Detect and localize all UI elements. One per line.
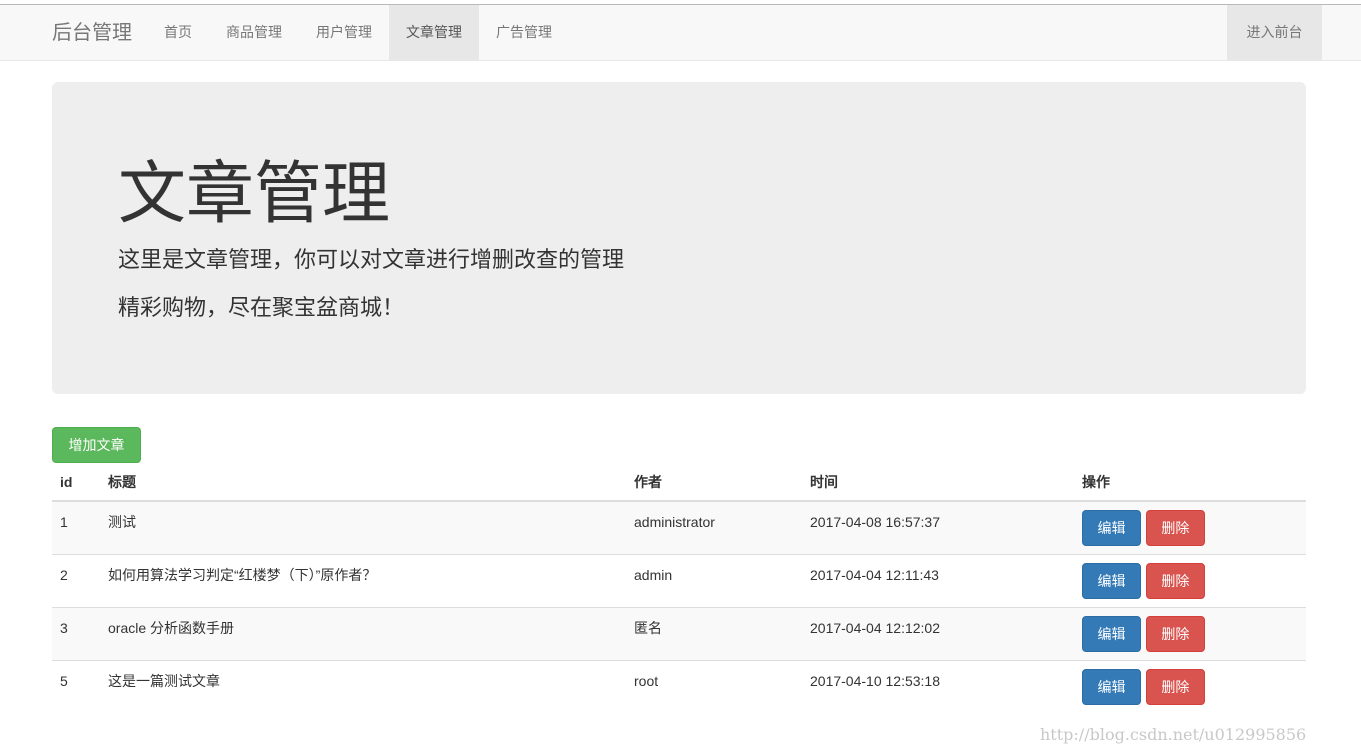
cell-id: 1 xyxy=(60,514,68,530)
cell-title: 测试 xyxy=(108,514,136,530)
cell-title: 如何用算法学习判定“红楼梦（下）”原作者？ xyxy=(100,553,626,607)
delete-button[interactable]: 删除 xyxy=(1145,668,1205,705)
edit-button[interactable]: 编辑 xyxy=(1082,668,1141,705)
column-header-author: 作者 xyxy=(626,463,802,502)
table-row: 3 oracle 分析函数手册 匿名 2017-04-04 12:12:02 编… xyxy=(52,606,1306,660)
cell-title: oracle 分析函数手册 xyxy=(100,606,626,660)
jumbotron: 文章管理 这里是文章管理，你可以对文章进行增删改查的管理 精彩购物，尽在聚宝盆商… xyxy=(52,82,1306,394)
articles-table: id 标题 作者 时间 操作 1 测试 administrator 2017-0… xyxy=(52,463,1306,713)
cell-author: 匿名 xyxy=(626,606,802,660)
column-header-id: id xyxy=(52,463,100,502)
column-header-title: 标题 xyxy=(100,463,626,502)
navbar-brand[interactable]: 后台管理 xyxy=(52,5,132,61)
top-navbar: 后台管理 首页 商品管理 用户管理 文章管理 广告管理 进入前台 xyxy=(0,5,1361,61)
column-header-time: 时间 xyxy=(802,463,1074,502)
page-title: 文章管理 xyxy=(118,156,391,232)
delete-button[interactable]: 删除 xyxy=(1145,615,1205,652)
cell-author: administrator xyxy=(634,514,715,530)
enter-frontend-link[interactable]: 进入前台 xyxy=(1227,5,1322,60)
page-description: 这里是文章管理，你可以对文章进行增删改查的管理 xyxy=(118,247,625,272)
delete-button[interactable]: 删除 xyxy=(1145,510,1205,546)
nav-item-products[interactable]: 商品管理 xyxy=(209,5,299,60)
delete-button[interactable]: 删除 xyxy=(1145,562,1205,599)
cell-id: 2 xyxy=(52,553,100,607)
cell-author: root xyxy=(626,659,802,713)
cell-id: 3 xyxy=(52,606,100,660)
cell-time: 2017-04-08 16:57:37 xyxy=(810,514,940,530)
nav-item-users[interactable]: 用户管理 xyxy=(299,5,389,60)
cell-time: 2017-04-04 12:11:43 xyxy=(802,553,1074,607)
nav-item-home[interactable]: 首页 xyxy=(147,5,209,60)
table-row: 5 这是一篇测试文章 root 2017-04-10 12:53:18 编辑 删… xyxy=(52,659,1306,713)
cell-time: 2017-04-10 12:53:18 xyxy=(802,659,1074,713)
cell-time: 2017-04-04 12:12:02 xyxy=(802,606,1074,660)
table-header-row: id 标题 作者 时间 操作 xyxy=(52,463,1306,502)
cell-actions: 编辑 删除 xyxy=(1074,606,1306,660)
table-row: 2 如何用算法学习判定“红楼梦（下）”原作者？ admin 2017-04-04… xyxy=(52,553,1306,607)
cell-actions: 编辑 删除 xyxy=(1074,553,1306,607)
column-header-actions: 操作 xyxy=(1074,463,1306,502)
nav-item-ads[interactable]: 广告管理 xyxy=(479,5,569,60)
cell-author: admin xyxy=(626,553,802,607)
navbar-right: 进入前台 xyxy=(1227,5,1322,60)
cell-actions: 编辑 删除 xyxy=(1074,501,1306,554)
edit-button[interactable]: 编辑 xyxy=(1082,615,1141,652)
cell-actions: 编辑 删除 xyxy=(1074,659,1306,713)
page-slogan: 精彩购物，尽在聚宝盆商城！ xyxy=(118,295,405,320)
edit-button[interactable]: 编辑 xyxy=(1082,510,1141,546)
nav-item-articles[interactable]: 文章管理 xyxy=(389,5,479,60)
edit-button[interactable]: 编辑 xyxy=(1082,562,1141,599)
cell-id: 5 xyxy=(52,659,100,713)
table-row: 1 测试 administrator 2017-04-08 16:57:37 编… xyxy=(52,501,1306,554)
cell-title: 这是一篇测试文章 xyxy=(100,659,626,713)
add-article-button[interactable]: 增加文章 xyxy=(52,427,141,463)
navbar-menu: 首页 商品管理 用户管理 文章管理 广告管理 xyxy=(147,5,569,60)
blog-watermark: http://blog.csdn.net/u012995856 xyxy=(1040,725,1307,744)
